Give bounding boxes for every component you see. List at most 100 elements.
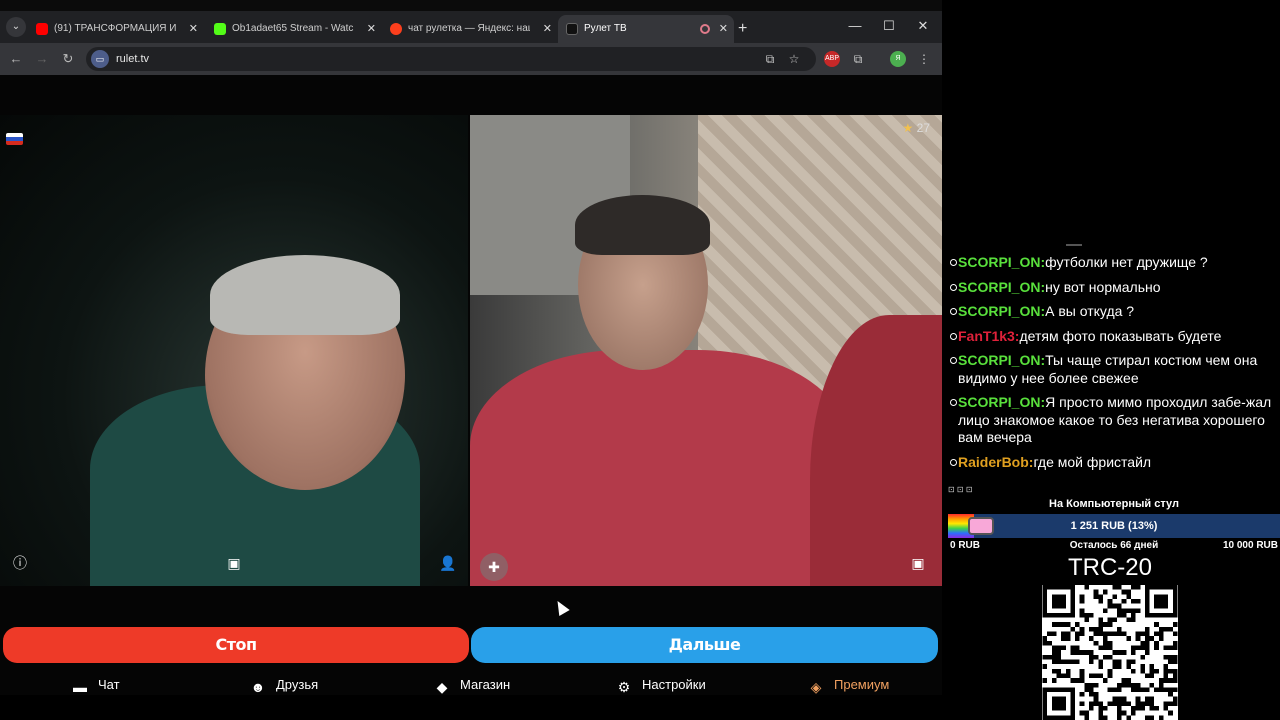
- tab-kick[interactable]: Ob1adaet65 Stream - Watch Li ✕: [206, 15, 382, 43]
- nav-chat-label: Чат: [98, 677, 120, 692]
- new-tab-button[interactable]: +: [738, 15, 747, 43]
- partner-video: ★ 27 ✚ ▣: [470, 115, 942, 586]
- nav-settings[interactable]: ⚙ Настройки: [616, 672, 706, 698]
- adblock-icon[interactable]: ABP: [824, 51, 840, 67]
- person-hair: [575, 195, 710, 255]
- chat-text: ну вот нормально: [1045, 278, 1161, 295]
- donation-max: 10 000 RUB: [1222, 540, 1278, 551]
- chat-message: SCORPI_ON:футболки нет дружище ?: [948, 254, 1280, 272]
- address-bar[interactable]: ▭ rulet.tv ⧉ ☆: [86, 47, 816, 71]
- browser-window: ⌄ (91) ТРАНСФОРМАЦИЯ ИВАН ✕ Ob1adaet65 S…: [0, 0, 942, 695]
- donation-progress-bar: 1 251 RUB (13%): [948, 514, 1280, 538]
- chat-controls: Стоп Дальше: [0, 627, 942, 665]
- chat-message: SCORPI_ON:Ты чаще стирал костюм чем она …: [948, 352, 1280, 387]
- close-icon[interactable]: ✕: [543, 15, 552, 43]
- url-text: rulet.tv: [116, 53, 150, 65]
- chat-message: RaiderBob:где мой фристайл: [948, 454, 1280, 472]
- toolbar: ← → ↻ ▭ rulet.tv ⧉ ☆ ABP ⧉ Я ⋮: [0, 43, 942, 75]
- chat-text: где мой фристайл: [1033, 453, 1152, 470]
- nav-chat[interactable]: ▬ Чат: [72, 672, 120, 698]
- chat-username: FanT1k3:: [958, 327, 1020, 344]
- tab-yandex[interactable]: чат рулетка — Яндекс: нашлос ✕: [382, 15, 558, 43]
- donation-goal-widget: ⊡ ⊡ ⊡ На Компьютерный стул 1 251 RUB (13…: [948, 485, 1280, 555]
- tag-icon: ◈: [810, 679, 822, 695]
- profile-icon[interactable]: 👤: [438, 553, 458, 573]
- chat-message: SCORPI_ON:А вы откуда ?: [948, 303, 1280, 321]
- gift-icon[interactable]: ▣: [908, 553, 928, 573]
- chat-icon: ▬: [73, 679, 87, 695]
- nav-friends[interactable]: ☻ Друзья: [250, 672, 319, 698]
- gamepad-icon[interactable]: ✚: [480, 553, 508, 581]
- install-app-icon[interactable]: ⧉: [762, 51, 778, 67]
- chat-message: SCORPI_ON:ну вот нормально: [948, 279, 1280, 297]
- shopping-bag-icon: ◆: [436, 679, 448, 695]
- chat-message: SCORPI_ON:Я просто мимо проходил забе-жа…: [948, 394, 1280, 447]
- close-icon[interactable]: ✕: [719, 15, 728, 43]
- nav-friends-label: Друзья: [276, 677, 319, 692]
- minimize-button[interactable]: —: [838, 11, 872, 43]
- reload-button[interactable]: ↻: [58, 49, 78, 69]
- chat-divider: [1066, 244, 1082, 246]
- russia-flag-icon: [6, 133, 23, 145]
- tab-title: (91) ТРАНСФОРМАЦИЯ ИВАН: [54, 23, 176, 34]
- rulet-icon: [566, 23, 578, 35]
- nav-settings-label: Настройки: [642, 677, 706, 692]
- nav-shop-label: Магазин: [460, 677, 511, 692]
- qr-code: [1042, 585, 1178, 720]
- tab-search-button[interactable]: ⌄: [6, 17, 26, 37]
- donation-title: На Компьютерный стул: [1049, 498, 1179, 510]
- chat-username: SCORPI_ON:: [958, 278, 1046, 295]
- gift-icon[interactable]: ▣: [224, 553, 244, 573]
- smile-icon: ☻: [250, 679, 266, 695]
- recording-icon: [700, 24, 710, 34]
- chat-text: А вы откуда ?: [1045, 303, 1135, 319]
- report-icon[interactable]: ⓘ: [10, 553, 30, 573]
- widget-control-icons: ⊡ ⊡ ⊡: [948, 485, 973, 494]
- close-icon[interactable]: ✕: [367, 15, 376, 43]
- rating-value: 27: [916, 121, 930, 135]
- tab-rulet[interactable]: Рулет ТВ ✕: [558, 15, 734, 43]
- chat-username: RaiderBob:: [958, 453, 1034, 470]
- close-window-button[interactable]: ✕: [906, 11, 940, 43]
- rulet-page: ⓘ ▣ 👤 ★ 27 ✚ ▣ Стоп Дальше ▬ Чат ☻ Друзь…: [0, 75, 942, 695]
- my-video: ⓘ ▣ 👤: [0, 115, 468, 586]
- tab-title: чат рулетка — Яндекс: нашлос: [408, 23, 530, 34]
- next-button[interactable]: Дальше: [471, 627, 938, 663]
- gear-icon: ⚙: [617, 679, 631, 695]
- tab-title: Рулет ТВ: [584, 23, 627, 34]
- crypto-label: TRC-20: [1067, 554, 1152, 581]
- tab-bar: ⌄ (91) ТРАНСФОРМАЦИЯ ИВАН ✕ Ob1adaet65 S…: [0, 11, 942, 43]
- bottom-nav: ▬ Чат ☻ Друзья ◆ Магазин ⚙ Настройки ◈ Премиу…: [0, 672, 942, 698]
- youtube-icon: [36, 23, 48, 35]
- profile-avatar[interactable]: Я: [890, 51, 906, 67]
- chat-username: SCORPI_ON:: [958, 254, 1046, 270]
- chat-text: футболки нет дружище ?: [1045, 254, 1208, 270]
- nav-shop[interactable]: ◆ Магазин: [434, 672, 511, 698]
- person-body: [470, 350, 850, 586]
- nav-premium-label: Премиум: [834, 677, 890, 692]
- nav-premium[interactable]: ◈ Премиум: [808, 672, 890, 698]
- extensions-icon[interactable]: ⧉: [850, 51, 866, 67]
- star-icon: ★: [902, 121, 914, 135]
- menu-icon[interactable]: ⋮: [916, 51, 932, 67]
- forward-button[interactable]: →: [32, 49, 52, 69]
- donation-amount: 1 251 RUB (13%): [1070, 520, 1158, 532]
- chat-username: SCORPI_ON:: [958, 303, 1046, 319]
- stream-chat-overlay: SCORPI_ON:футболки нет дружище ? SCORPI_…: [948, 254, 1280, 478]
- chat-username: SCORPI_ON:: [958, 394, 1046, 410]
- chat-message: FanT1k3:детям фото показывать будете: [948, 328, 1280, 346]
- kick-icon: [214, 23, 226, 35]
- bookmark-star-icon[interactable]: ☆: [786, 51, 802, 67]
- chat-username: SCORPI_ON:: [958, 352, 1046, 368]
- tab-title: Ob1adaet65 Stream - Watch Li: [232, 23, 354, 34]
- rating: ★ 27: [903, 121, 930, 135]
- yandex-icon: [390, 23, 402, 35]
- person-hair: [210, 255, 400, 335]
- back-button[interactable]: ←: [6, 49, 26, 69]
- maximize-button[interactable]: ☐: [872, 11, 906, 43]
- stop-button[interactable]: Стоп: [3, 627, 469, 663]
- tab-youtube[interactable]: (91) ТРАНСФОРМАЦИЯ ИВАН ✕: [28, 15, 204, 43]
- close-icon[interactable]: ✕: [189, 15, 198, 43]
- site-info-icon[interactable]: ▭: [91, 50, 109, 68]
- chat-text: детям фото показывать будете: [1019, 327, 1222, 344]
